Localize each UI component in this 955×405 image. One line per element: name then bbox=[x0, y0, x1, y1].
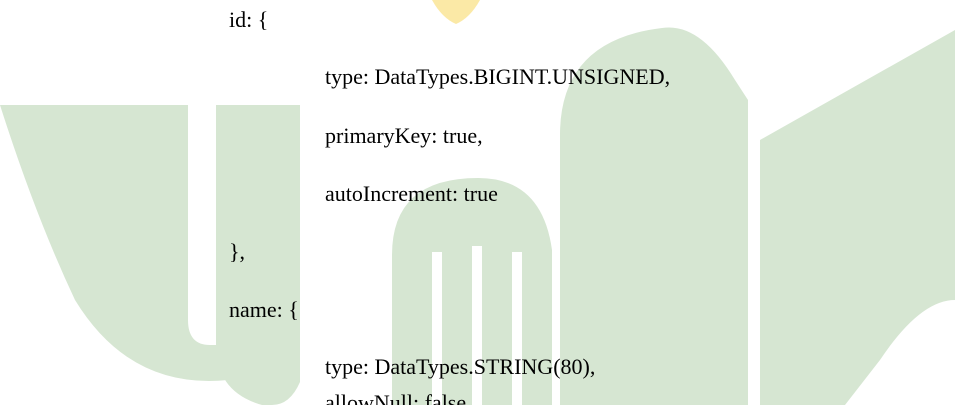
code-line: allowNull: false, bbox=[325, 390, 472, 405]
code-line: type: DataTypes.STRING(80), bbox=[325, 354, 596, 379]
document-page: id: { type: DataTypes.BIGINT.UNSIGNED, p… bbox=[0, 0, 955, 405]
code-line: primaryKey: true, bbox=[325, 123, 483, 148]
code-line: name: { bbox=[229, 297, 299, 322]
code-line: type: DataTypes.BIGINT.UNSIGNED, bbox=[325, 64, 671, 89]
code-line: autoIncrement: true bbox=[325, 181, 498, 206]
code-line: id: { bbox=[229, 7, 269, 32]
code-line: }, bbox=[229, 239, 246, 264]
code-snippet: id: { type: DataTypes.BIGINT.UNSIGNED, p… bbox=[0, 0, 955, 405]
